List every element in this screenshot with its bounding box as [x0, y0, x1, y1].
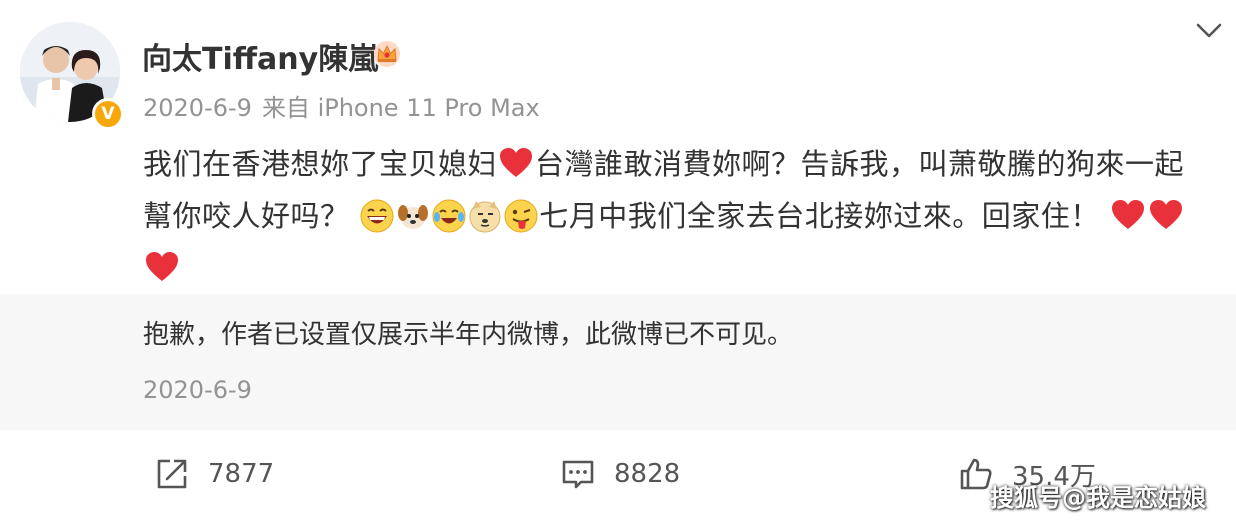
repost-button[interactable]: 7877 [154, 454, 274, 494]
chevron-down-icon[interactable] [1194, 18, 1224, 44]
content-line-3 [143, 242, 1213, 294]
content-text: 台灣誰敢消費妳啊？告訴我，叫萧敬騰的狗來一起 [535, 147, 1185, 181]
repost-count: 7877 [208, 459, 275, 489]
heart-emoji-icon [146, 252, 178, 281]
content-line-2: 幫你咬人好吗？ 七月中我们全家去台北接妳过來。回家住！ [143, 190, 1213, 242]
dog-emoji-icon [398, 205, 429, 229]
verified-badge-icon: V [92, 98, 124, 130]
repost-icon [157, 459, 187, 489]
post-content: 我们在香港想妳了宝贝媳妇 台灣誰敢消費妳啊？告訴我，叫萧敬騰的狗來一起 幫你咬人好… [143, 138, 1213, 294]
notice-date: 2020-6-9 [143, 376, 252, 404]
doge-emoji-icon [469, 201, 501, 233]
heart-emoji-icon [1150, 200, 1183, 229]
post-meta: 2020-6-9 来自 iPhone 11 Pro Max [143, 88, 540, 123]
crown-icon[interactable] [372, 38, 402, 68]
thumbs-up-icon [960, 458, 992, 490]
grinning-emoji-icon [360, 199, 394, 233]
notice-text: 抱歉，作者已设置仅展示半年内微博，此微博已不可见。 [143, 320, 794, 350]
content-text: 幫你咬人好吗？ [143, 199, 350, 233]
watermark-text: 搜狐号@我是恋姑娘 [990, 484, 1206, 512]
comment-button[interactable]: 8828 [560, 454, 680, 494]
post-source: 来自 iPhone 11 Pro Max [261, 94, 540, 122]
post-date[interactable]: 2020-6-9 [143, 94, 252, 122]
tongue-out-emoji-icon [504, 199, 538, 233]
comment-icon [562, 460, 594, 489]
heart-emoji-icon [1112, 200, 1145, 229]
heart-emoji-icon [500, 148, 533, 177]
content-text: 七月中我们全家去台北接妳过來。回家住！ [539, 199, 1100, 233]
tears-of-joy-emoji-icon [432, 199, 466, 233]
author-name[interactable]: 向太Tiffany陳嵐 [142, 34, 378, 78]
content-line-1: 我们在香港想妳了宝贝媳妇 台灣誰敢消費妳啊？告訴我，叫萧敬騰的狗來一起 [143, 138, 1213, 190]
weibo-post: V 向太Tiffany陳嵐 2020-6-9 来自 iPhone 11 Pro M… [0, 0, 1236, 520]
content-text: 我们在香港想妳了宝贝媳妇 [143, 147, 498, 181]
comment-count: 8828 [614, 459, 681, 489]
hidden-post-notice: 抱歉，作者已设置仅展示半年内微博，此微博已不可见。 2020-6-9 [0, 294, 1236, 430]
